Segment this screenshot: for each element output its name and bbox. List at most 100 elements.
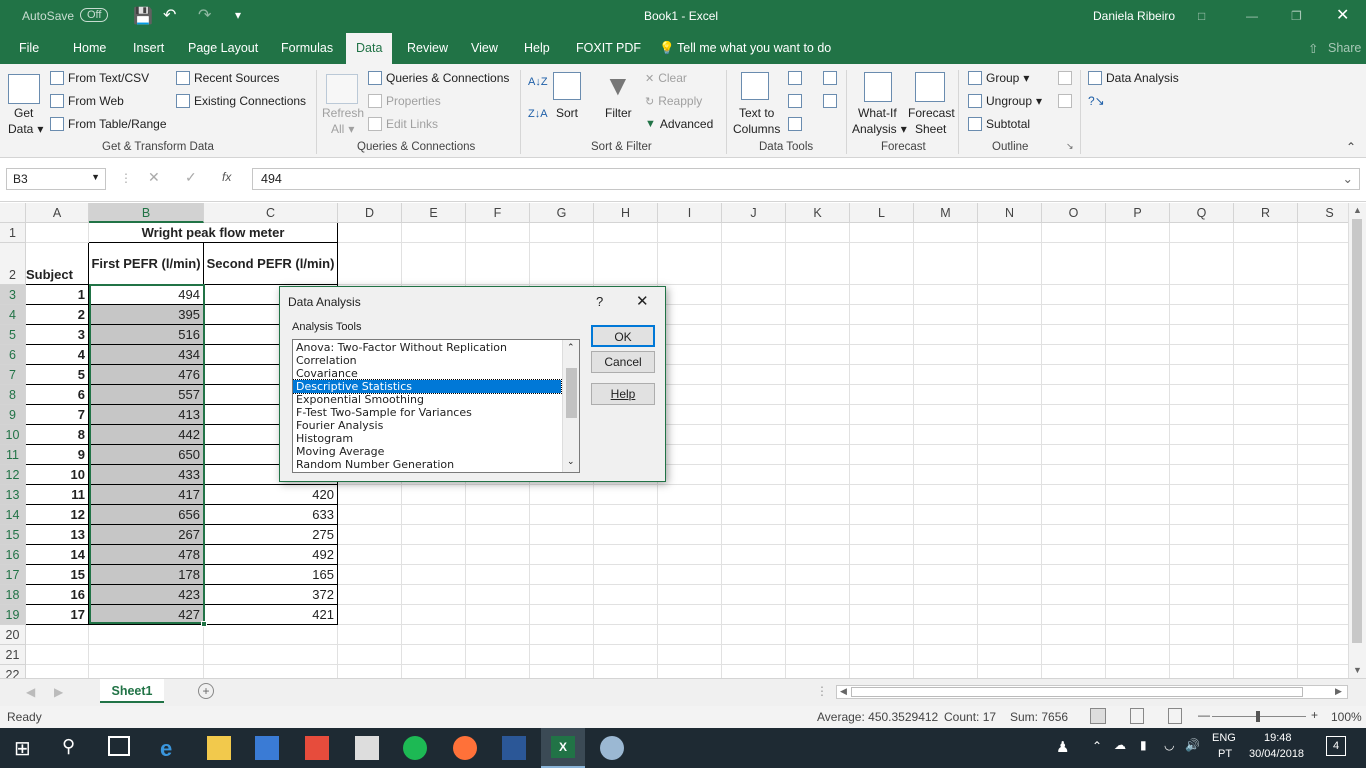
cell[interactable] xyxy=(402,545,466,565)
refresh-all-button[interactable]: All ▾ xyxy=(331,122,354,136)
cell[interactable] xyxy=(402,585,466,605)
row-header-14[interactable]: 14 xyxy=(0,505,26,525)
cell[interactable] xyxy=(466,625,530,645)
cell[interactable] xyxy=(594,565,658,585)
collapse-ribbon-icon[interactable]: ⌃ xyxy=(1346,140,1356,154)
group-button[interactable]: Group ▾ xyxy=(968,71,1029,85)
cell-first-pefr[interactable]: 476 xyxy=(89,365,204,385)
cell[interactable] xyxy=(850,345,914,365)
cell[interactable] xyxy=(658,605,722,625)
text-to-columns-label-2[interactable]: Columns xyxy=(733,122,780,136)
cell[interactable] xyxy=(850,305,914,325)
analysis-tool-item[interactable]: F-Test Two-Sample for Variances xyxy=(293,406,579,419)
cell-subject[interactable]: 4 xyxy=(26,345,89,365)
cell[interactable] xyxy=(402,485,466,505)
row-header-18[interactable]: 18 xyxy=(0,585,26,605)
cell-second-pefr[interactable]: 492 xyxy=(204,545,338,565)
cell[interactable] xyxy=(786,305,850,325)
cell[interactable] xyxy=(850,565,914,585)
cell[interactable] xyxy=(1170,285,1234,305)
vertical-scrollbar[interactable]: ▲ ▼ xyxy=(1348,203,1366,678)
queries-connections-button[interactable]: Queries & Connections xyxy=(368,71,509,85)
mail-icon[interactable] xyxy=(355,736,379,760)
insert-function-icon[interactable]: fx xyxy=(222,170,231,184)
cell[interactable] xyxy=(1298,465,1348,485)
cell-b2[interactable]: First PEFR (l/min) xyxy=(89,243,204,285)
cell[interactable] xyxy=(914,425,978,445)
cell-first-pefr[interactable]: 494 xyxy=(89,285,204,305)
cell[interactable] xyxy=(978,285,1042,305)
tell-me-search[interactable]: Tell me what you want to do xyxy=(677,41,831,55)
cell[interactable] xyxy=(1042,445,1106,465)
cell[interactable] xyxy=(26,665,89,678)
select-all-corner[interactable] xyxy=(0,203,26,223)
cell-subject[interactable]: 6 xyxy=(26,385,89,405)
cell[interactable] xyxy=(914,305,978,325)
cell[interactable] xyxy=(1170,645,1234,665)
row-header-15[interactable]: 15 xyxy=(0,525,26,545)
cell[interactable] xyxy=(1106,345,1170,365)
cell[interactable] xyxy=(338,605,402,625)
column-header-n[interactable]: N xyxy=(978,203,1042,223)
cell-first-pefr[interactable]: 267 xyxy=(89,525,204,545)
cell[interactable] xyxy=(1234,223,1298,243)
column-header-g[interactable]: G xyxy=(530,203,594,223)
cell[interactable] xyxy=(1170,385,1234,405)
cell[interactable] xyxy=(786,345,850,365)
cell[interactable] xyxy=(1106,625,1170,645)
outline-launcher-icon[interactable]: ↘ xyxy=(1066,141,1074,152)
column-header-e[interactable]: E xyxy=(402,203,466,223)
cell[interactable] xyxy=(1170,665,1234,678)
cell[interactable] xyxy=(338,645,402,665)
cell[interactable] xyxy=(978,545,1042,565)
cell[interactable] xyxy=(786,465,850,485)
cell[interactable] xyxy=(594,223,658,243)
windows-start-icon[interactable]: ⊞ xyxy=(14,736,31,761)
list-scroll-down-icon[interactable]: ⌄ xyxy=(567,456,575,467)
cell[interactable] xyxy=(204,645,338,665)
cell[interactable] xyxy=(1234,625,1298,645)
row-header-22[interactable]: 22 xyxy=(0,665,26,678)
column-header-h[interactable]: H xyxy=(594,203,658,223)
sheet-tab-sheet1[interactable]: Sheet1 xyxy=(100,679,164,703)
cell[interactable] xyxy=(338,243,402,285)
cell[interactable] xyxy=(338,565,402,585)
splitter-icon[interactable]: ⋮ xyxy=(816,684,828,698)
cell[interactable] xyxy=(594,485,658,505)
column-header-b[interactable]: B xyxy=(89,203,204,223)
row-header-19[interactable]: 19 xyxy=(0,605,26,625)
cell-subject[interactable]: 12 xyxy=(26,505,89,525)
show-detail-icon[interactable] xyxy=(1058,71,1072,85)
cell[interactable] xyxy=(1170,625,1234,645)
cell-subject[interactable]: 16 xyxy=(26,585,89,605)
cell[interactable] xyxy=(658,585,722,605)
cell[interactable] xyxy=(978,625,1042,645)
cell[interactable] xyxy=(786,565,850,585)
cell[interactable] xyxy=(786,325,850,345)
cell[interactable] xyxy=(914,385,978,405)
cell[interactable] xyxy=(402,243,466,285)
cell[interactable] xyxy=(1042,585,1106,605)
cancel-button[interactable]: Cancel xyxy=(591,351,655,373)
cell[interactable] xyxy=(530,505,594,525)
cell[interactable] xyxy=(786,585,850,605)
cell[interactable] xyxy=(914,345,978,365)
tab-view[interactable]: View xyxy=(471,41,498,55)
cell-second-pefr[interactable]: 421 xyxy=(204,605,338,625)
action-center-icon[interactable]: 4 xyxy=(1326,736,1346,756)
cell[interactable] xyxy=(26,625,89,645)
cell[interactable] xyxy=(722,465,786,485)
column-header-q[interactable]: Q xyxy=(1170,203,1234,223)
cell[interactable] xyxy=(658,385,722,405)
cell-subject[interactable]: 5 xyxy=(26,365,89,385)
cell-first-pefr[interactable]: 434 xyxy=(89,345,204,365)
cell[interactable] xyxy=(722,625,786,645)
search-icon[interactable]: ⚲ xyxy=(62,736,75,757)
cell-first-pefr[interactable]: 433 xyxy=(89,465,204,485)
prev-sheet-icon[interactable]: ◀ xyxy=(26,685,35,699)
cell[interactable] xyxy=(786,285,850,305)
cell[interactable] xyxy=(1298,565,1348,585)
cell[interactable] xyxy=(1042,345,1106,365)
cell[interactable] xyxy=(658,565,722,585)
cell[interactable] xyxy=(1042,525,1106,545)
